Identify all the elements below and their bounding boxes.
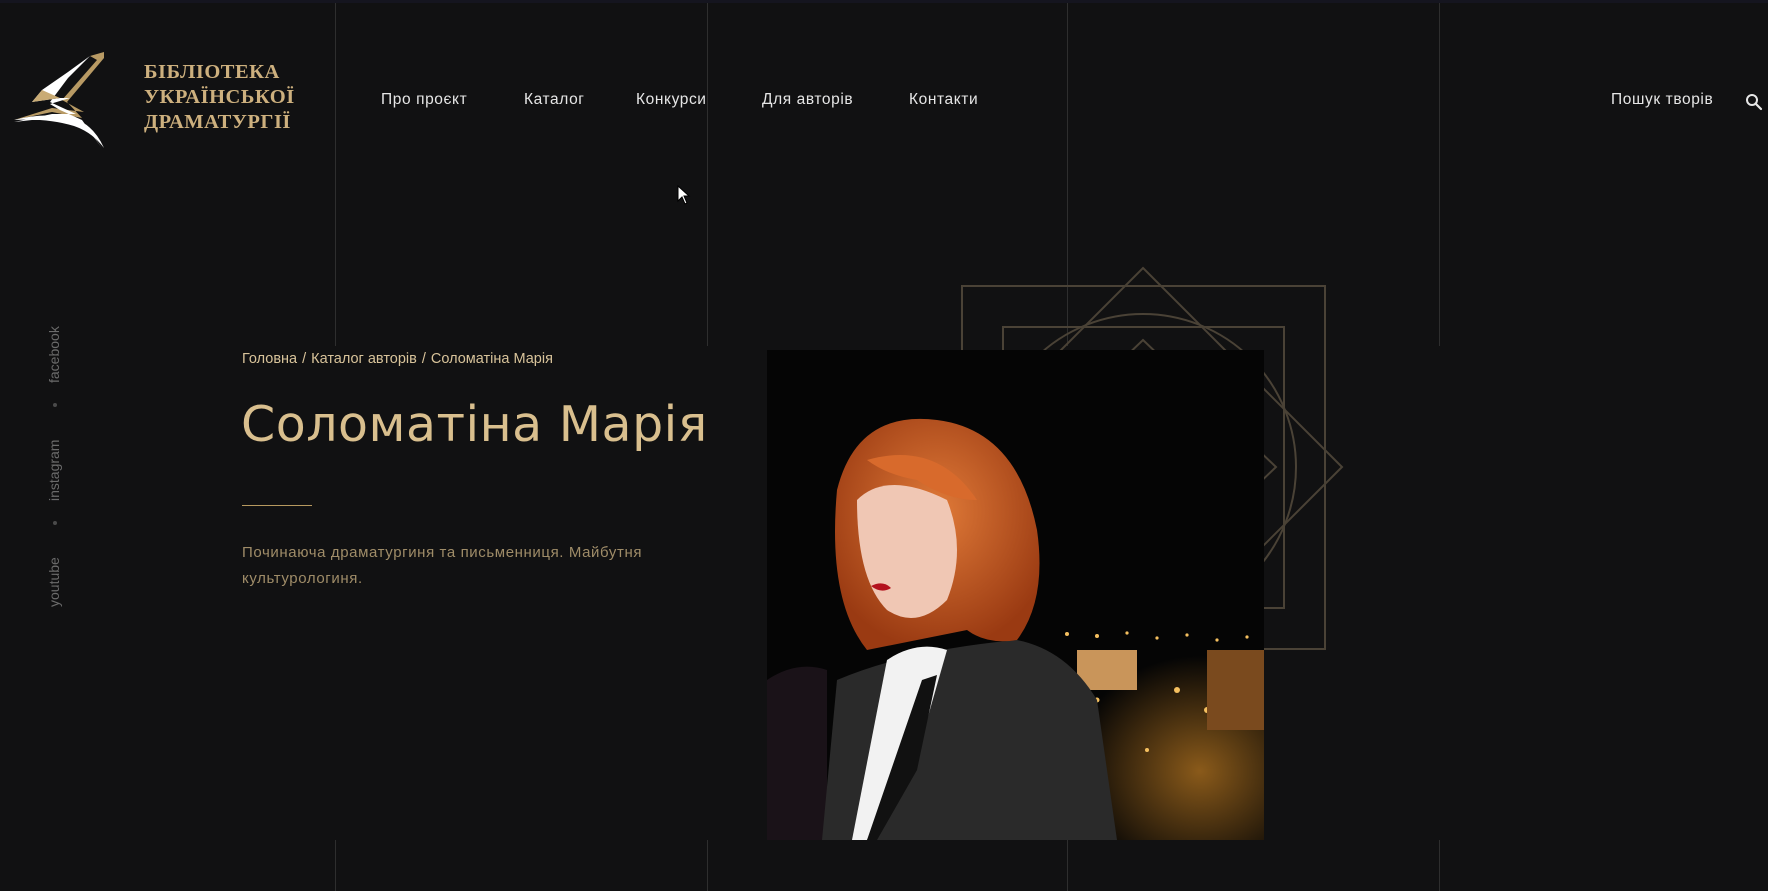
title-divider [242, 505, 312, 506]
nav-item-catalog[interactable]: Каталог [524, 91, 585, 109]
grid-line [707, 840, 708, 891]
breadcrumb-separator: / [421, 351, 426, 367]
author-photo [767, 350, 1264, 840]
social-youtube-link[interactable]: youtube [46, 557, 62, 607]
grid-line [335, 840, 336, 891]
logo-line-1: БІБЛІОТЕКА [144, 61, 280, 83]
logo-line-3: ДРАМАТУРГІЇ [144, 111, 291, 133]
grid-line [335, 3, 336, 346]
breadcrumb-catalog[interactable]: Каталог авторів [311, 351, 417, 367]
grid-line [707, 3, 708, 346]
social-facebook-link[interactable]: facebook [46, 326, 62, 383]
nav-item-contests[interactable]: Конкурси [636, 91, 707, 109]
logo-text: БІБЛІОТЕКА УКРАЇНСЬКОЇ ДРАМАТУРГІЇ [144, 60, 295, 135]
page-title: Соломатіна Марія [241, 396, 708, 453]
logo-line-2: УКРАЇНСЬКОЇ [144, 86, 295, 108]
social-instagram-link[interactable]: instagram [46, 440, 62, 501]
grid-line [1067, 840, 1068, 891]
grid-line [1439, 3, 1440, 346]
search-works-link[interactable]: Пошук творів [1611, 91, 1713, 109]
author-photo-illustration [767, 350, 1264, 840]
logo-mark-icon [14, 52, 104, 148]
nav-item-for-authors[interactable]: Для авторів [762, 91, 853, 109]
search-icon[interactable] [1745, 93, 1763, 111]
grid-line [1439, 840, 1440, 891]
top-border [0, 0, 1768, 3]
breadcrumb-separator: / [302, 351, 307, 367]
author-bio: Починаюча драматургиня та письменниця. М… [242, 544, 643, 587]
breadcrumb-home[interactable]: Головна [242, 351, 297, 367]
site-logo[interactable]: БІБЛІОТЕКА УКРАЇНСЬКОЇ ДРАМАТУРГІЇ [12, 50, 312, 150]
social-separator-dot [53, 521, 57, 525]
nav-item-about[interactable]: Про проєкт [381, 91, 467, 109]
page: БІБЛІОТЕКА УКРАЇНСЬКОЇ ДРАМАТУРГІЇ Про п… [0, 0, 1768, 891]
breadcrumb: Головна / Каталог авторів / Соломатіна Марія [242, 351, 553, 367]
nav-item-contacts[interactable]: Контакти [909, 91, 978, 109]
breadcrumb-current: Соломатіна Марія [430, 351, 553, 367]
social-separator-dot [53, 403, 57, 407]
cursor-icon [677, 185, 691, 205]
